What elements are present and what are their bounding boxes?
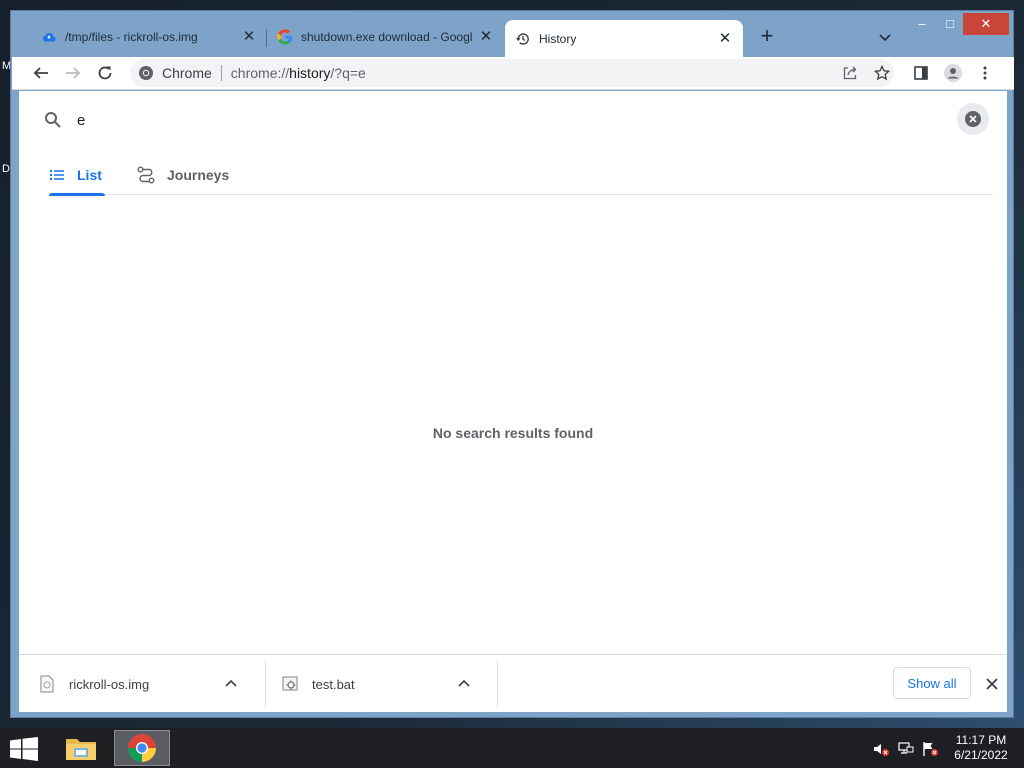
share-icon[interactable] (842, 65, 858, 84)
url-path: /?q=e (330, 65, 366, 81)
side-panel-icon[interactable] (909, 61, 933, 85)
system-clock[interactable]: 11:17 PM 6/21/2022 (948, 733, 1014, 763)
url-scheme: chrome:// (230, 65, 290, 81)
new-tab-button[interactable]: + (755, 25, 779, 49)
speaker-muted-icon[interactable] (873, 741, 889, 757)
network-icon[interactable] (898, 741, 914, 757)
taskbar: 11:17 PM 6/21/2022 (0, 728, 1024, 768)
batch-file-icon (282, 675, 298, 693)
tab-strip: /tmp/files - rickroll-os.img ✕ shutdown.… (11, 11, 1013, 57)
tab-title: shutdown.exe download - Googl (301, 30, 473, 44)
close-window-button[interactable]: ✕ (963, 13, 1009, 35)
clear-icon (965, 111, 981, 127)
file-explorer-icon[interactable] (53, 730, 109, 766)
download-divider (265, 661, 266, 707)
download-filename: test.bat (312, 676, 355, 692)
tab-history[interactable]: History ✕ (505, 20, 743, 57)
tab-google-search[interactable]: shutdown.exe download - Googl ✕ (267, 20, 504, 54)
close-tab-icon[interactable]: ✕ (717, 30, 733, 47)
address-bar[interactable]: Chrome chrome:// history /?q=e (130, 59, 894, 87)
download-item[interactable]: test.bat (282, 661, 488, 707)
chevron-up-icon[interactable] (456, 676, 472, 692)
close-shelf-icon[interactable] (982, 674, 1002, 694)
url-host: history (289, 65, 331, 81)
download-filename: rickroll-os.img (69, 676, 150, 692)
cloud-upload-icon (41, 29, 57, 45)
tab-journeys[interactable]: Journeys (137, 155, 229, 195)
bookmark-star-icon[interactable] (873, 64, 891, 84)
action-center-flag-icon[interactable] (922, 741, 938, 757)
chrome-window: /tmp/files - rickroll-os.img ✕ shutdown.… (10, 10, 1014, 718)
empty-state-message: No search results found (432, 425, 594, 441)
kebab-menu-icon[interactable] (973, 61, 997, 85)
clear-search-button[interactable] (957, 103, 989, 135)
chrome-icon[interactable] (114, 730, 170, 766)
google-icon (277, 29, 293, 45)
download-shelf: rickroll-os.img test.bat Show all (19, 654, 1007, 712)
tab-tmp-files[interactable]: /tmp/files - rickroll-os.img ✕ (31, 20, 267, 54)
tab-search-chevron-icon[interactable] (875, 27, 895, 47)
profile-avatar-icon[interactable] (941, 61, 965, 85)
close-tab-icon[interactable]: ✕ (478, 29, 494, 45)
list-icon (49, 169, 64, 181)
tab-journeys-label: Journeys (167, 167, 230, 183)
tab-list-label: List (77, 167, 102, 183)
search-icon (44, 111, 62, 129)
history-tabs: List Journeys (49, 155, 993, 196)
show-all-downloads-button[interactable]: Show all (893, 667, 971, 699)
windows-start-icon[interactable] (10, 737, 38, 761)
history-icon (515, 31, 531, 47)
chrome-site-icon (138, 65, 154, 84)
tab-list[interactable]: List (49, 155, 105, 196)
chevron-up-icon[interactable] (223, 676, 239, 692)
download-divider (497, 661, 498, 707)
tab-title: History (539, 31, 577, 46)
history-search-input[interactable] (77, 109, 777, 131)
journeys-icon (137, 166, 155, 184)
history-search-bar (19, 91, 1007, 147)
reload-icon[interactable] (93, 61, 117, 85)
download-item[interactable]: rickroll-os.img (39, 661, 255, 707)
forward-icon[interactable] (61, 61, 85, 85)
close-tab-icon[interactable]: ✕ (241, 29, 257, 45)
omnibox-divider (220, 65, 222, 81)
back-icon[interactable] (29, 61, 53, 85)
omnibox-chrome-label: Chrome (162, 65, 212, 81)
file-icon (39, 675, 55, 693)
tab-title: /tmp/files - rickroll-os.img (65, 30, 198, 44)
browser-toolbar: Chrome chrome:// history /?q=e (12, 57, 1014, 90)
maximize-button[interactable]: □ (935, 13, 965, 35)
minimize-button[interactable]: – (907, 13, 937, 35)
history-page: List Journeys No search results found (19, 91, 1007, 654)
clock-date: 6/21/2022 (954, 748, 1008, 762)
desktop-icon-label: D (2, 163, 10, 175)
clock-time: 11:17 PM (955, 733, 1007, 747)
